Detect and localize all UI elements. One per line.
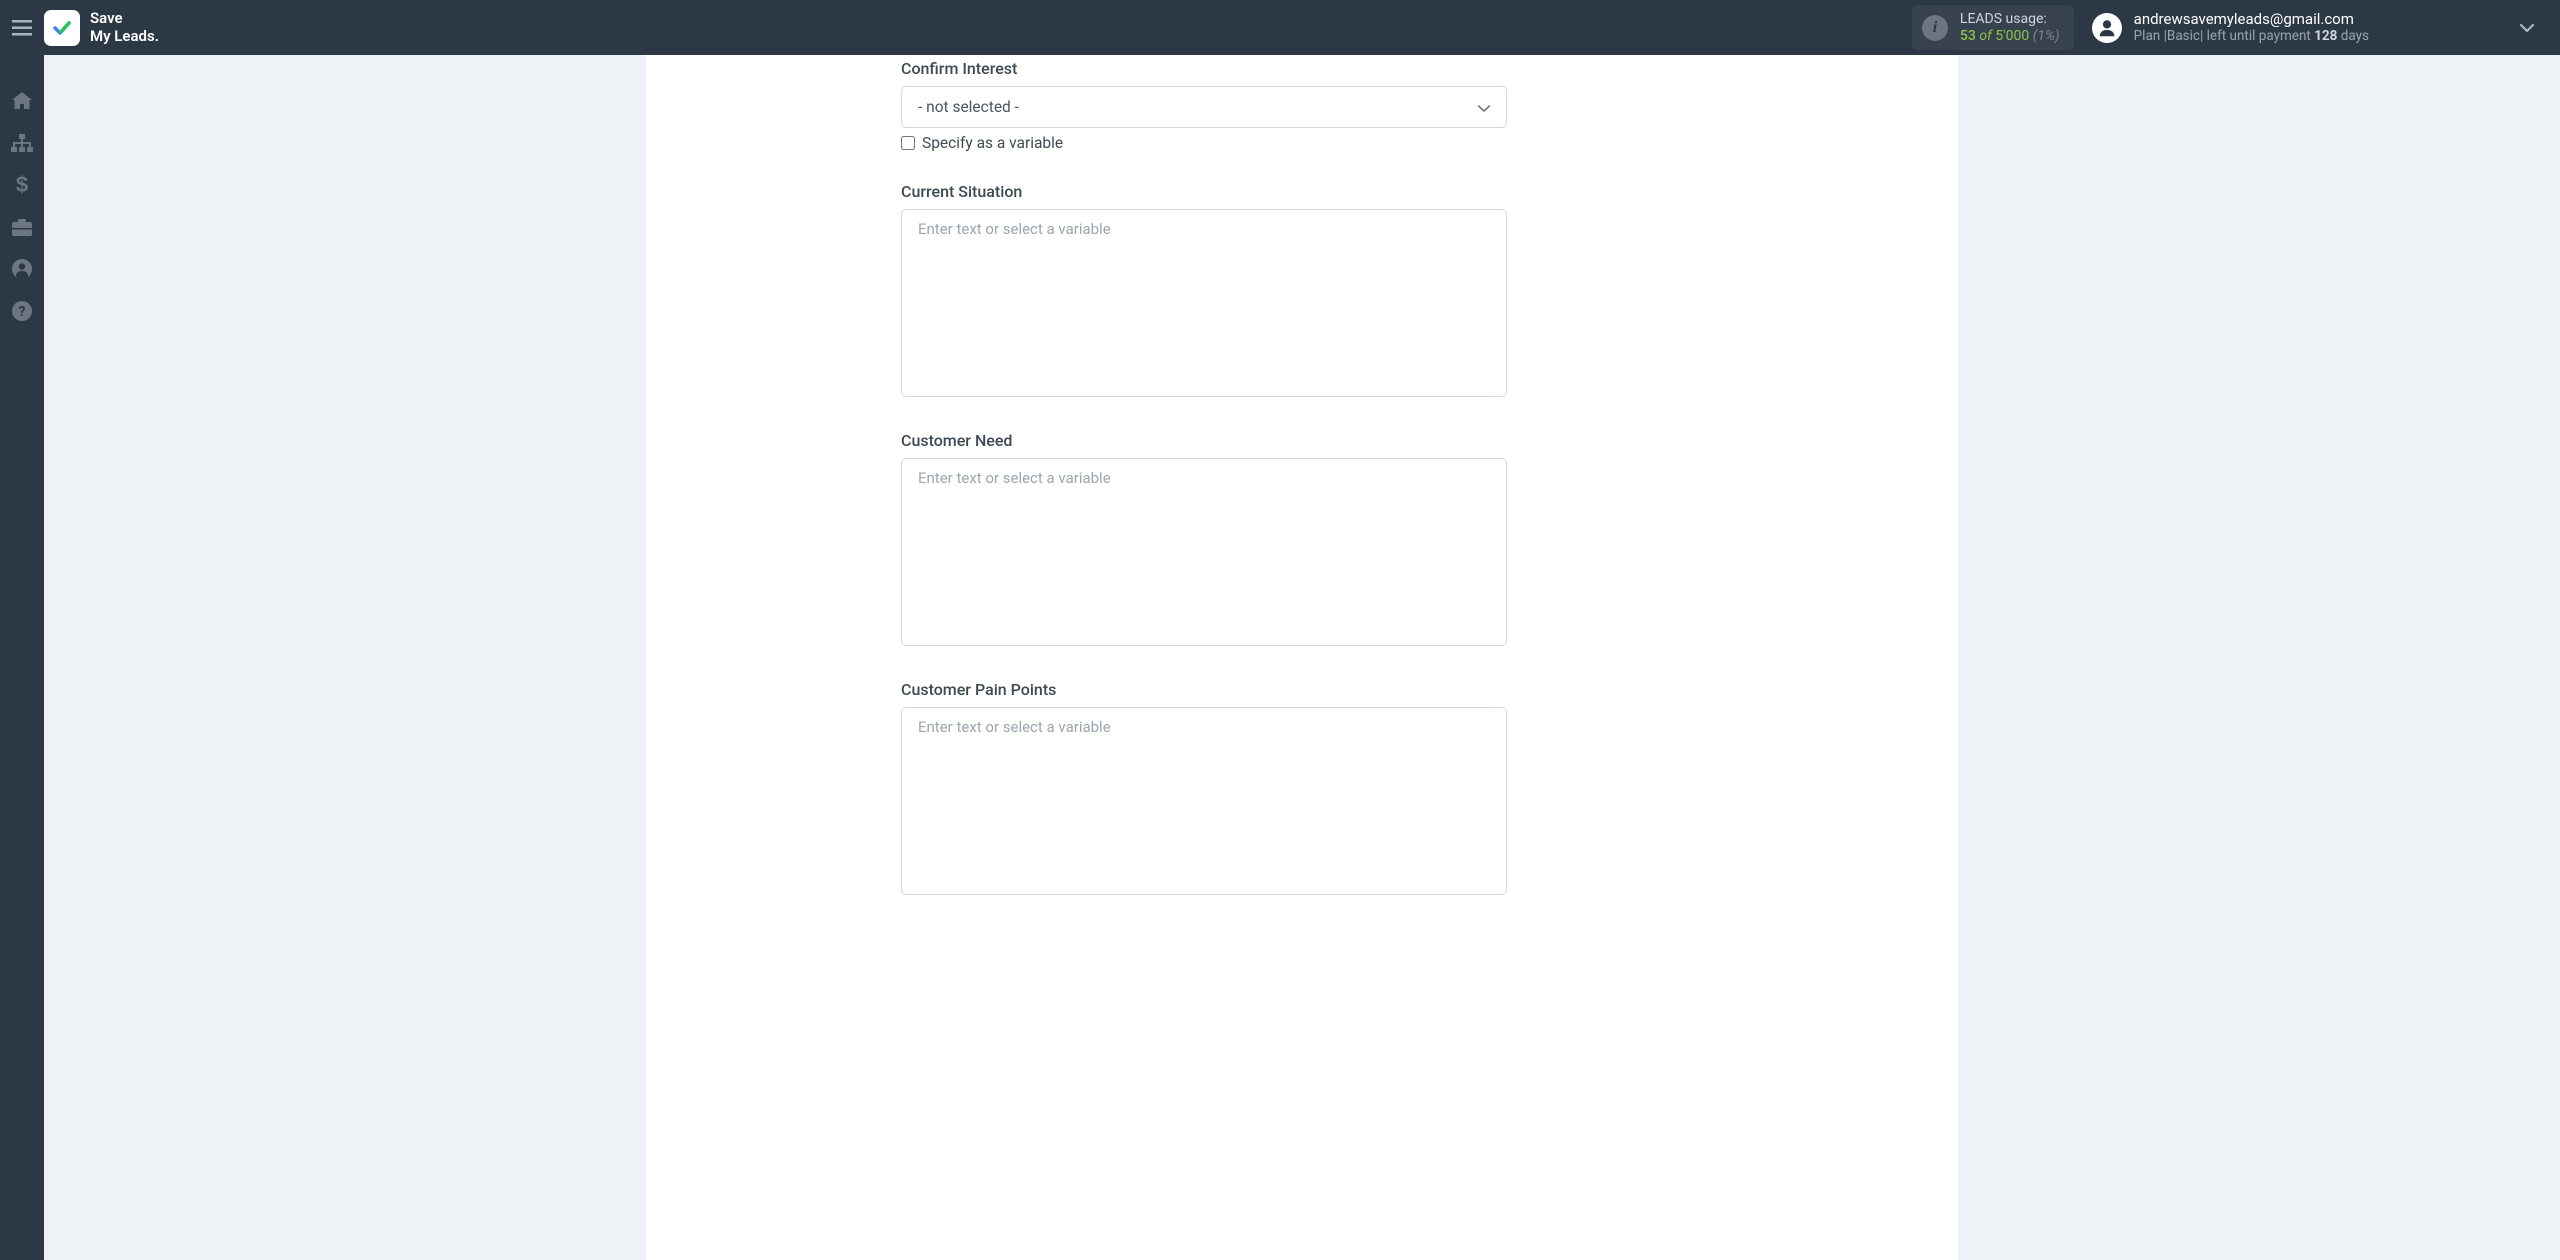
home-icon: [12, 92, 32, 110]
question-circle-icon: ?: [12, 301, 32, 321]
confirm-interest-select[interactable]: - not selected -: [901, 86, 1507, 128]
dollar-icon: $: [15, 174, 29, 196]
header: Save My Leads. i LEADS usage: 53 of 5'00…: [0, 0, 2560, 55]
sidebar-item-connections[interactable]: [0, 122, 44, 164]
user-avatar-icon: [2092, 13, 2122, 43]
sidebar-item-billing[interactable]: $: [0, 164, 44, 206]
main-content: Confirm Interest - not selected - Specif…: [44, 55, 2560, 1260]
field-customer-pain-points: Customer Pain Points: [901, 676, 1508, 899]
chevron-down-icon: [2519, 23, 2535, 33]
customer-need-textarea[interactable]: [901, 458, 1507, 646]
user-section[interactable]: andrewsavemyleads@gmail.com Plan |Basic|…: [2092, 10, 2369, 46]
header-dropdown-button[interactable]: [2519, 18, 2535, 37]
confirm-interest-variable-label[interactable]: Specify as a variable: [922, 134, 1063, 152]
svg-text:$: $: [16, 174, 28, 196]
sidebar-item-account[interactable]: [0, 248, 44, 290]
current-situation-label: Current Situation: [901, 178, 1508, 201]
sidebar: $ ?: [0, 55, 44, 1260]
customer-need-label: Customer Need: [901, 427, 1508, 450]
sidebar-item-home[interactable]: [0, 80, 44, 122]
sitemap-icon: [11, 134, 33, 152]
field-confirm-interest: Confirm Interest - not selected - Specif…: [901, 55, 1508, 152]
field-customer-need: Customer Need: [901, 427, 1508, 650]
sidebar-item-toolbox[interactable]: [0, 206, 44, 248]
logo[interactable]: Save My Leads.: [44, 10, 159, 46]
content-panel: Confirm Interest - not selected - Specif…: [646, 55, 1958, 1260]
confirm-interest-variable-row: Specify as a variable: [901, 134, 1508, 152]
user-circle-icon: [12, 259, 32, 279]
form-area: Confirm Interest - not selected - Specif…: [901, 55, 1508, 955]
field-current-situation: Current Situation: [901, 178, 1508, 401]
sidebar-item-help[interactable]: ?: [0, 290, 44, 332]
customer-pain-points-label: Customer Pain Points: [901, 676, 1508, 699]
menu-toggle-button[interactable]: [0, 0, 44, 55]
current-situation-textarea[interactable]: [901, 209, 1507, 397]
briefcase-icon: [12, 219, 32, 236]
svg-text:?: ?: [19, 304, 26, 320]
logo-text: Save My Leads.: [90, 10, 159, 45]
hamburger-icon: [12, 20, 32, 36]
logo-icon: [44, 10, 80, 46]
confirm-interest-label: Confirm Interest: [901, 55, 1508, 78]
usage-text: LEADS usage: 53 of 5'000 (1%): [1960, 11, 2060, 45]
customer-pain-points-textarea[interactable]: [901, 707, 1507, 895]
user-info: andrewsavemyleads@gmail.com Plan |Basic|…: [2134, 10, 2369, 46]
confirm-interest-variable-checkbox[interactable]: [901, 136, 915, 150]
usage-box[interactable]: i LEADS usage: 53 of 5'000 (1%): [1912, 5, 2074, 51]
info-icon: i: [1922, 15, 1948, 41]
